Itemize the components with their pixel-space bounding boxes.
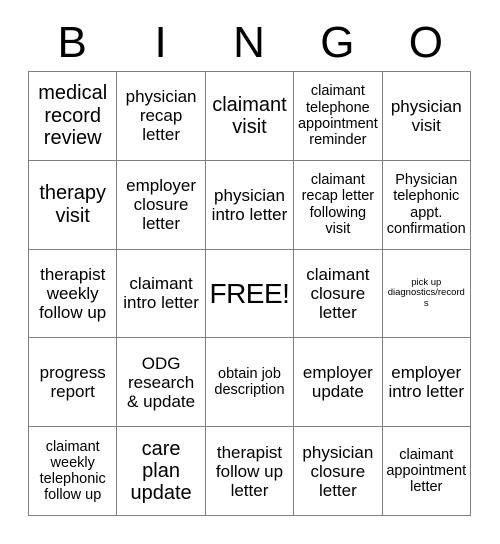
bingo-grid: medical record review physician recap le… <box>27 71 471 516</box>
bingo-cell-i5[interactable]: care plan update <box>116 426 206 516</box>
header-letter-n: N <box>233 18 265 67</box>
bingo-cell-b2[interactable]: therapy visit <box>27 159 118 250</box>
bingo-card: B I N G O medical record review physicia… <box>0 0 500 544</box>
bingo-cell-i2[interactable]: employer closure letter <box>116 159 206 250</box>
bingo-cell-n5[interactable]: therapist follow up letter <box>204 426 295 516</box>
bingo-cell-n4[interactable]: obtain job description <box>204 337 295 428</box>
bingo-cell-o2[interactable]: Physician telephonic appt. confirmation <box>381 159 471 250</box>
header-letter-b: B <box>57 18 87 67</box>
bingo-cell-b4[interactable]: progress report <box>27 337 118 428</box>
bingo-cell-o4[interactable]: employer intro letter <box>381 337 471 428</box>
bingo-cell-o3[interactable]: pick up diagnostics/records <box>381 248 471 339</box>
header-letter-o: O <box>408 18 443 67</box>
bingo-cell-g4[interactable]: employer update <box>293 337 383 428</box>
bingo-header-letters: B I N G O <box>28 17 470 69</box>
bingo-cell-i3[interactable]: claimant intro letter <box>116 248 206 339</box>
bingo-cell-g1[interactable]: claimant telephone appointment reminder <box>293 71 383 161</box>
bingo-row-2: therapy visit employer closure letter ph… <box>27 159 471 250</box>
bingo-row-3: therapist weekly follow up claimant intr… <box>27 248 471 339</box>
bingo-cell-b1[interactable]: medical record review <box>27 71 118 161</box>
bingo-row-1: medical record review physician recap le… <box>27 71 471 161</box>
bingo-cell-o1[interactable]: physician visit <box>381 71 471 161</box>
bingo-cell-n2[interactable]: physician intro letter <box>204 159 295 250</box>
header-letter-g: G <box>320 18 355 67</box>
bingo-cell-b5[interactable]: claimant weekly telephonic follow up <box>27 426 118 516</box>
header-letter-i: I <box>154 18 167 67</box>
bingo-cell-free-space[interactable]: FREE! <box>204 248 295 339</box>
bingo-row-4: progress report ODG research & update ob… <box>27 337 471 428</box>
bingo-cell-g2[interactable]: claimant recap letter following visit <box>293 159 383 250</box>
bingo-cell-i1[interactable]: physician recap letter <box>116 71 206 161</box>
bingo-cell-g3[interactable]: claimant closure letter <box>293 248 383 339</box>
bingo-cell-o5[interactable]: claimant appointment letter <box>381 426 471 516</box>
bingo-cell-b3[interactable]: therapist weekly follow up <box>27 248 118 339</box>
bingo-cell-i4[interactable]: ODG research & update <box>116 337 206 428</box>
bingo-cell-n1[interactable]: claimant visit <box>204 71 295 161</box>
bingo-row-5: claimant weekly telephonic follow up car… <box>27 426 471 516</box>
bingo-cell-g5[interactable]: physician closure letter <box>293 426 383 516</box>
